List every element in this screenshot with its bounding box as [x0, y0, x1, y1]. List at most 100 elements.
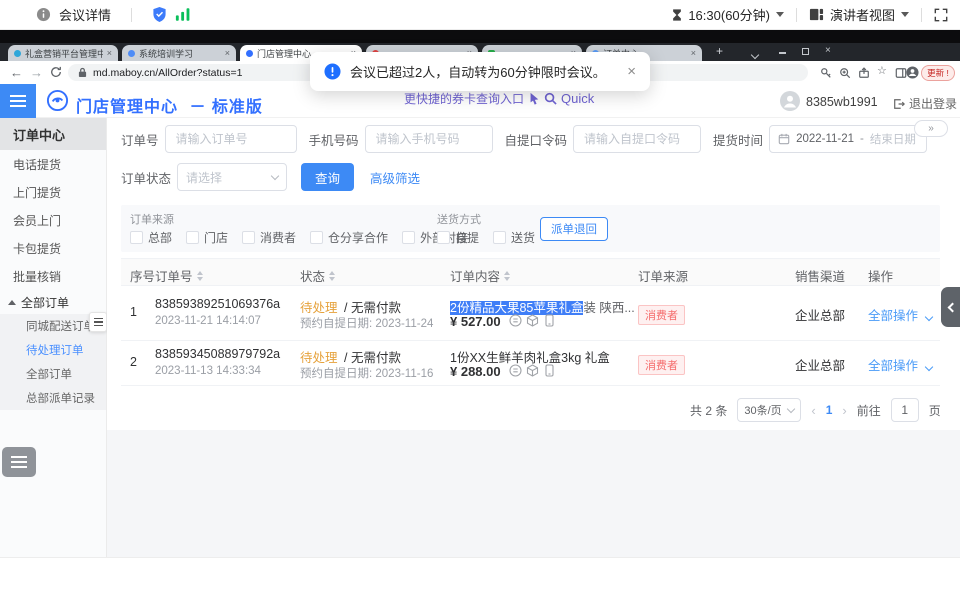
dispatch-return-button[interactable]: 派单退回 [540, 217, 608, 241]
action-label: 全部操作 [868, 359, 918, 373]
sidebar-item-card-pickup[interactable]: 卡包提货 [0, 234, 106, 262]
next-page-button[interactable]: › [842, 403, 846, 418]
order-status-select[interactable]: 请选择 [177, 163, 287, 191]
logout-label: 退出登录 [909, 95, 957, 112]
sort-icon[interactable] [197, 271, 203, 281]
meeting-toast: 会议已超过2人，自动转为60分钟限时会议。 × [310, 52, 650, 91]
forward-icon[interactable]: → [30, 65, 43, 80]
package-icon [526, 364, 539, 377]
zoom-icon[interactable] [839, 66, 852, 79]
browser-tab-2[interactable]: 系统培训学习 × [122, 45, 236, 61]
goto-page-input[interactable] [891, 398, 919, 422]
quick-text: Quick [561, 91, 594, 106]
sidebar-item-hq-dispatch-log[interactable]: 总部派单记录 [0, 386, 106, 410]
page-background [107, 430, 960, 557]
tab-close-icon[interactable]: × [107, 48, 112, 58]
checkbox-icon [402, 231, 415, 244]
sidebar-item-batch-verify[interactable]: 批量核销 [0, 262, 106, 290]
pickup-code-input[interactable] [573, 125, 701, 153]
fullscreen-icon[interactable] [934, 8, 948, 22]
col-content[interactable]: 订单内容 [450, 266, 510, 285]
sidebar-group-all-orders[interactable]: 全部订单 [0, 290, 106, 314]
col-order-no[interactable]: 订单号 [155, 266, 203, 285]
toast-close-icon[interactable]: × [627, 63, 636, 80]
tab-search-icon[interactable] [752, 50, 758, 61]
meeting-timer[interactable]: 16:30(60分钟) [688, 5, 770, 24]
sidebar-collapse-handle[interactable] [89, 312, 107, 332]
query-button[interactable]: 查询 [301, 163, 354, 191]
sidebar-item-phone-pickup[interactable]: 电话提货 [0, 150, 106, 178]
row-action-dropdown[interactable]: 全部操作 [868, 355, 932, 374]
table-row: 1 83859389251069376a 2023-11-21 14:14:07… [121, 287, 940, 341]
date-start-value: 2022-11-21 [796, 133, 854, 145]
receipt-icon [509, 314, 522, 327]
chevron-left-icon [947, 302, 957, 312]
sidebar-item-member-visit[interactable]: 会员上门 [0, 206, 106, 234]
table-header: 序号 订单号 状态 订单内容 订单来源 销售渠道 操作 [121, 258, 940, 286]
order-no-input[interactable] [165, 125, 297, 153]
status-badge: 待处理 [300, 301, 338, 315]
sort-icon[interactable] [504, 271, 510, 281]
action-label: 全部操作 [868, 309, 918, 323]
divider [921, 8, 922, 22]
sidebar-item-all-orders[interactable]: 全部订单 [0, 362, 106, 386]
password-key-icon[interactable] [820, 66, 833, 79]
share-page-icon[interactable] [858, 66, 871, 79]
sidebar-item-door-pickup[interactable]: 上门提货 [0, 178, 106, 206]
meeting-details-label[interactable]: 会议详情 [59, 5, 111, 24]
sort-icon[interactable] [329, 271, 335, 281]
content-rest: 装 陕西... [583, 301, 634, 315]
page-size-select[interactable]: 30条/页 [737, 398, 801, 422]
username: 8385wb1991 [806, 95, 878, 109]
cell-status: 待处理 / 无需付款 [300, 297, 401, 316]
col-status[interactable]: 状态 [300, 266, 335, 285]
date-range-picker[interactable]: 2022-11-21 - 结束日期 [769, 125, 927, 153]
timer-dropdown-icon[interactable] [776, 12, 784, 17]
meeting-panel-button[interactable] [2, 447, 36, 477]
browser-update-button[interactable]: 更新 ! [921, 65, 955, 81]
tab-close-icon[interactable]: × [225, 48, 230, 58]
checkbox-self-pickup[interactable]: 自提 [437, 229, 479, 246]
logout-button[interactable]: 退出登录 [893, 95, 957, 112]
current-page[interactable]: 1 [826, 403, 833, 417]
network-signal-icon[interactable] [175, 8, 191, 21]
new-tab-button[interactable]: + [716, 44, 723, 58]
pickup-time-label: 提货时间 [713, 130, 763, 149]
row-action-dropdown[interactable]: 全部操作 [868, 305, 932, 324]
checkbox-delivery[interactable]: 送货 [493, 229, 535, 246]
security-shield-icon[interactable] [152, 6, 167, 23]
window-maximize-icon[interactable] [802, 46, 809, 55]
sidebar-item-pending-orders[interactable]: 待处理订单 [0, 338, 106, 362]
browser-profile-icon[interactable] [906, 66, 919, 79]
cell-pickup-date: 预约自提日期: 2023-11-16 [300, 365, 433, 381]
quick-search-promo[interactable]: 更快捷的券卡查询入口 Quick [404, 90, 594, 107]
reload-icon[interactable] [50, 66, 62, 81]
window-close-icon[interactable]: × [825, 45, 831, 56]
view-mode-selector[interactable]: 演讲者视图 [830, 5, 895, 24]
prev-page-button[interactable]: ‹ [811, 403, 815, 418]
tab-close-icon[interactable]: × [691, 48, 696, 58]
checkbox-hq[interactable]: 总部 [130, 229, 172, 246]
view-dropdown-icon[interactable] [901, 12, 909, 17]
collapse-panel-handle[interactable] [941, 287, 960, 327]
browser-tab-1[interactable]: 礼盒营销平台管理中心 × [8, 45, 118, 61]
col-label: 订单内容 [450, 266, 500, 285]
source-badge: 消费者 [638, 355, 685, 375]
bookmark-star-icon[interactable]: ☆ [877, 64, 890, 77]
info-icon[interactable] [36, 7, 51, 22]
col-channel: 销售渠道 [795, 266, 845, 285]
checkbox-consumer[interactable]: 消费者 [242, 229, 296, 246]
back-icon[interactable]: ← [10, 65, 23, 80]
toast-message: 会议已超过2人，自动转为60分钟限时会议。 [350, 62, 618, 81]
advanced-filter-link[interactable]: 高级筛选 [370, 168, 420, 187]
divider [796, 8, 797, 22]
phone-icon [543, 364, 556, 377]
checkbox-label: 送货 [511, 229, 535, 246]
checkbox-warehouse-coop[interactable]: 仓分享合作 [310, 229, 388, 246]
menu-icon[interactable] [0, 84, 36, 118]
window-minimize-icon[interactable] [779, 46, 786, 54]
phone-input[interactable] [365, 125, 493, 153]
expand-toolbar-button[interactable]: » [914, 120, 948, 137]
url-text: md.maboy.cn/AllOrder?status=1 [93, 67, 243, 79]
checkbox-store[interactable]: 门店 [186, 229, 228, 246]
